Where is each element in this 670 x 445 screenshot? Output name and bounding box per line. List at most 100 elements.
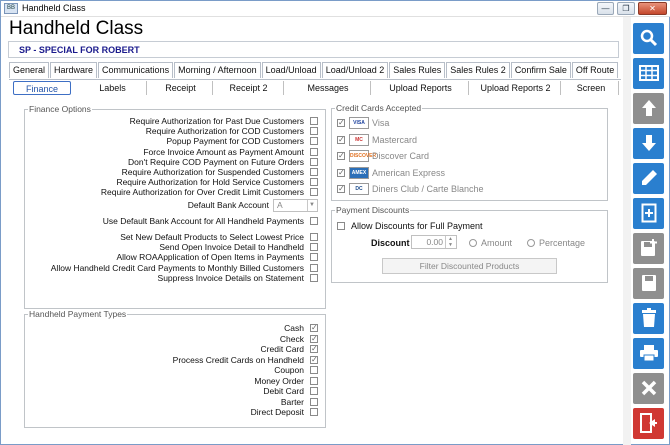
option-row[interactable]: Barter bbox=[25, 397, 318, 407]
filter-discounted-products-button[interactable]: Filter Discounted Products bbox=[382, 258, 557, 274]
page-title: Handheld Class bbox=[9, 18, 144, 39]
discount-input[interactable]: 0.00 ▲ ▼ bbox=[411, 235, 457, 249]
option-row[interactable]: Force Invoice Amount as Payment Amount bbox=[25, 147, 318, 157]
arrow-up-icon[interactable] bbox=[633, 93, 664, 124]
option-checkbox[interactable] bbox=[310, 233, 318, 241]
tab-confirm-sale[interactable]: Confirm Sale bbox=[510, 62, 571, 78]
option-checkbox[interactable] bbox=[310, 253, 318, 262]
option-row[interactable]: Send Open Invoice Detail to Handheld bbox=[25, 242, 318, 252]
allow-discounts-row[interactable]: Allow Discounts for Full Payment bbox=[337, 220, 537, 232]
tab-finance[interactable]: Finance bbox=[13, 81, 71, 95]
tab-messages[interactable]: Messages bbox=[286, 81, 371, 95]
tab-sales-rules-2[interactable]: Sales Rules 2 bbox=[446, 62, 510, 78]
tab-sales-rules[interactable]: Sales Rules bbox=[389, 62, 446, 78]
credit-card-checkbox[interactable] bbox=[337, 184, 345, 193]
search-icon[interactable] bbox=[633, 23, 664, 54]
spinner-icon[interactable]: ▲ ▼ bbox=[445, 236, 455, 248]
option-checkbox[interactable] bbox=[310, 117, 318, 125]
credit-card-row[interactable]: DISCOVERDiscover Card bbox=[337, 150, 567, 162]
credit-card-checkbox[interactable] bbox=[337, 135, 345, 144]
close-window-button[interactable]: ✕ bbox=[638, 2, 667, 15]
option-checkbox[interactable] bbox=[310, 188, 318, 197]
tab-general[interactable]: General bbox=[9, 62, 50, 78]
option-checkbox[interactable] bbox=[310, 344, 318, 354]
credit-card-row[interactable]: DCDiners Club / Carte Blanche bbox=[337, 183, 567, 195]
credit-card-checkbox[interactable] bbox=[337, 168, 345, 177]
credit-card-row[interactable]: MCMastercard bbox=[337, 133, 567, 146]
option-row[interactable]: Require Authorization for Past Due Custo… bbox=[25, 116, 318, 126]
credit-card-row[interactable]: VISAVisa bbox=[337, 117, 567, 129]
percentage-radio[interactable] bbox=[527, 239, 535, 247]
exit-icon[interactable] bbox=[633, 408, 664, 439]
restore-button[interactable]: ❐ bbox=[617, 2, 635, 15]
option-row[interactable]: Require Authorization for Over Credit Li… bbox=[25, 187, 318, 197]
option-checkbox[interactable] bbox=[310, 334, 318, 344]
option-checkbox[interactable] bbox=[310, 323, 318, 333]
option-row[interactable]: Check bbox=[25, 334, 318, 344]
option-checkbox[interactable] bbox=[310, 168, 318, 176]
option-checkbox[interactable] bbox=[310, 263, 318, 272]
tab-screen[interactable]: Screen bbox=[564, 81, 619, 95]
option-checkbox[interactable] bbox=[310, 178, 318, 187]
option-row[interactable]: Suppress Invoice Details on Statement bbox=[25, 273, 318, 283]
trash-icon[interactable] bbox=[633, 303, 664, 334]
default-bank-select[interactable]: A ▼ bbox=[273, 199, 318, 212]
option-row[interactable]: Require Authorization for COD Customers bbox=[25, 126, 318, 136]
option-row[interactable]: Debit Card bbox=[25, 386, 318, 396]
option-row[interactable]: Popup Payment for COD Customers bbox=[25, 136, 318, 146]
option-checkbox[interactable] bbox=[310, 397, 318, 406]
tab-hardware[interactable]: Hardware bbox=[50, 62, 98, 78]
option-checkbox[interactable] bbox=[310, 243, 318, 252]
new-document-icon[interactable] bbox=[633, 198, 664, 229]
option-row[interactable]: Require Authorization for Suspended Cust… bbox=[25, 167, 318, 177]
option-row[interactable]: Process Credit Cards on Handheld bbox=[25, 355, 318, 365]
option-checkbox[interactable] bbox=[310, 366, 318, 374]
save-new-icon[interactable] bbox=[633, 233, 664, 264]
option-row[interactable]: Credit Card bbox=[25, 344, 318, 354]
tab-load-unload[interactable]: Load/Unload bbox=[261, 62, 321, 78]
minimize-button[interactable]: — bbox=[597, 2, 614, 15]
amount-radio[interactable] bbox=[469, 239, 477, 247]
tab-morning-afternoon[interactable]: Morning / Afternoon bbox=[174, 62, 261, 78]
tab-communications[interactable]: Communications bbox=[98, 62, 174, 78]
tab-labels[interactable]: Labels bbox=[79, 81, 147, 95]
option-checkbox[interactable] bbox=[310, 127, 318, 136]
arrow-down-icon[interactable] bbox=[633, 128, 664, 159]
option-checkbox[interactable] bbox=[310, 387, 318, 395]
amount-label: Amount bbox=[481, 238, 513, 248]
option-row[interactable]: Money Order bbox=[25, 376, 318, 386]
save-icon[interactable] bbox=[633, 268, 664, 299]
option-row[interactable]: Require Authorization for Hold Service C… bbox=[25, 177, 318, 187]
credit-card-row[interactable]: AMEXAmerican Express bbox=[337, 166, 567, 179]
option-row[interactable]: Allow Handheld Credit Card Payments to M… bbox=[25, 263, 318, 273]
tab-receipt[interactable]: Receipt bbox=[149, 81, 213, 95]
option-checkbox[interactable] bbox=[310, 157, 318, 166]
tab-upload-reports[interactable]: Upload Reports bbox=[373, 81, 469, 95]
tab-load-unload-2[interactable]: Load/Unload 2 bbox=[321, 62, 389, 78]
option-row[interactable]: Set New Default Products to Select Lowes… bbox=[25, 232, 318, 242]
tab-off-route[interactable]: Off Route bbox=[571, 62, 619, 78]
option-row[interactable]: Cash bbox=[25, 323, 318, 333]
option-row[interactable]: Direct Deposit bbox=[25, 407, 318, 417]
tab-receipt-2[interactable]: Receipt 2 bbox=[214, 81, 284, 95]
option-row[interactable]: Allow ROAApplication of Open Items in Pa… bbox=[25, 252, 318, 262]
print-icon[interactable] bbox=[633, 338, 664, 369]
pencil-icon[interactable] bbox=[633, 163, 664, 194]
credit-card-checkbox[interactable] bbox=[337, 151, 345, 160]
use-default-bank-checkbox[interactable] bbox=[310, 217, 318, 225]
option-checkbox[interactable] bbox=[310, 376, 318, 385]
option-checkbox[interactable] bbox=[310, 137, 318, 146]
option-row[interactable]: Coupon bbox=[25, 365, 318, 375]
grid-icon[interactable] bbox=[633, 58, 664, 89]
tab-upload-reports-2[interactable]: Upload Reports 2 bbox=[471, 81, 561, 95]
option-checkbox[interactable] bbox=[310, 273, 318, 282]
option-row[interactable]: Don't Require COD Payment on Future Orde… bbox=[25, 157, 318, 167]
option-checkbox[interactable] bbox=[310, 355, 318, 365]
vertical-scrollbar[interactable] bbox=[623, 17, 631, 445]
credit-card-checkbox[interactable] bbox=[337, 118, 345, 127]
option-checkbox[interactable] bbox=[310, 408, 318, 416]
use-default-bank-row[interactable]: Use Default Bank Account for All Handhel… bbox=[25, 216, 318, 226]
allow-discounts-checkbox[interactable] bbox=[337, 222, 345, 230]
option-checkbox[interactable] bbox=[310, 147, 318, 156]
close-icon[interactable] bbox=[633, 373, 664, 404]
